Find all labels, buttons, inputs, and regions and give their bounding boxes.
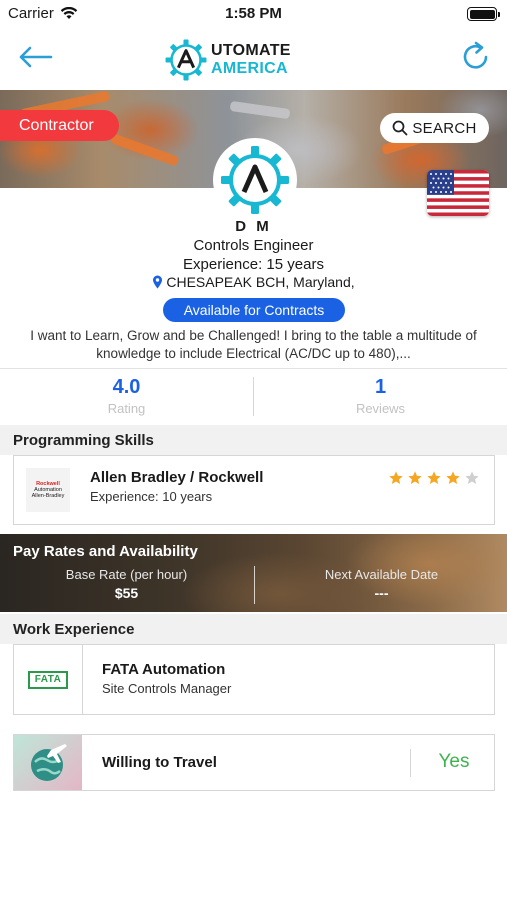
profile-experience: Experience: 15 years bbox=[183, 256, 324, 273]
reviews-value: 1 bbox=[374, 376, 387, 398]
globe-airplane-icon bbox=[31, 743, 67, 781]
star-filled-icon bbox=[408, 471, 422, 484]
reviews-label: Reviews bbox=[355, 401, 406, 416]
rockwell-logo-line3: Allen-Bradley bbox=[31, 493, 65, 499]
fata-logo: FATA bbox=[14, 645, 83, 714]
programming-skills-heading: Programming Skills bbox=[0, 425, 507, 455]
pay-rates-heading: Pay Rates and Availability bbox=[13, 543, 198, 560]
next-available-value: --- bbox=[374, 585, 389, 601]
travel-card: Willing to Travel Yes bbox=[13, 734, 495, 791]
profile-location: CHESAPEAK BCH, Maryland, bbox=[0, 274, 507, 290]
back-button[interactable] bbox=[16, 42, 54, 72]
star-filled-icon bbox=[427, 471, 441, 484]
next-available-label: Next Available Date bbox=[324, 567, 439, 582]
location-pin-icon bbox=[153, 275, 163, 289]
refresh-icon bbox=[463, 41, 488, 69]
fata-logo-text: FATA bbox=[28, 670, 68, 689]
avatar bbox=[215, 140, 295, 220]
search-button[interactable]: SEARCH bbox=[380, 113, 489, 143]
rating-stat[interactable]: 4.0 Rating bbox=[0, 369, 253, 424]
status-bar: Carrier 1:58 PM bbox=[0, 0, 507, 28]
profile-bio[interactable]: I want to Learn, Grow and be Challenged!… bbox=[30, 327, 477, 363]
app-logo: UTOMATE AMERICA bbox=[163, 31, 348, 89]
stats-row: 4.0 Rating 1 Reviews bbox=[0, 368, 507, 424]
base-rate-value: $55 bbox=[114, 585, 139, 601]
rockwell-logo: Rockwell Automation Allen-Bradley bbox=[26, 468, 70, 512]
work-experience-card[interactable]: FATA FATA Automation Site Controls Manag… bbox=[13, 644, 495, 715]
battery-icon bbox=[467, 7, 500, 21]
skill-experience: Experience: 10 years bbox=[90, 489, 213, 504]
nav-bar: UTOMATE AMERICA bbox=[0, 28, 507, 90]
back-arrow-icon bbox=[19, 46, 53, 68]
travel-image bbox=[14, 735, 82, 790]
us-flag-icon bbox=[427, 170, 489, 216]
star-filled-icon bbox=[389, 471, 403, 484]
status-time: 1:58 PM bbox=[225, 5, 282, 22]
contractor-badge: Contractor bbox=[0, 110, 119, 141]
work-role: Site Controls Manager bbox=[102, 681, 232, 696]
logo-text: UTOMATE AMERICA bbox=[211, 42, 348, 78]
base-rate-column: Base Rate (per hour) $55 bbox=[0, 567, 253, 601]
availability-badge: Available for Contracts bbox=[163, 298, 345, 322]
location-text: CHESAPEAK BCH, Maryland, bbox=[166, 274, 355, 290]
logo-word-automate: UTOMATE bbox=[211, 42, 291, 59]
refresh-button[interactable] bbox=[461, 40, 491, 72]
travel-label: Willing to Travel bbox=[102, 754, 217, 771]
search-icon bbox=[392, 120, 408, 136]
profile-name: D M bbox=[235, 218, 272, 235]
search-label: SEARCH bbox=[412, 119, 477, 137]
star-empty-icon bbox=[465, 471, 479, 484]
rating-label: Rating bbox=[107, 401, 146, 416]
pay-rates-panel: Pay Rates and Availability Base Rate (pe… bbox=[0, 534, 507, 612]
reviews-stat[interactable]: 1 Reviews bbox=[254, 369, 507, 424]
skill-star-rating bbox=[388, 470, 480, 486]
work-company: FATA Automation bbox=[102, 661, 226, 678]
logo-word-america: AMERICA bbox=[211, 60, 288, 77]
gear-logo-icon bbox=[165, 39, 207, 81]
star-filled-icon bbox=[446, 471, 460, 484]
profile-title: Controls Engineer bbox=[193, 237, 314, 254]
skill-card[interactable]: Rockwell Automation Allen-Bradley Allen … bbox=[13, 455, 495, 525]
work-experience-heading: Work Experience bbox=[0, 614, 507, 644]
base-rate-label: Base Rate (per hour) bbox=[65, 567, 188, 582]
travel-divider bbox=[410, 749, 411, 777]
skill-name: Allen Bradley / Rockwell bbox=[90, 469, 264, 486]
avatar-logo-icon bbox=[221, 146, 289, 214]
next-available-column: Next Available Date --- bbox=[255, 567, 507, 601]
rating-value: 4.0 bbox=[112, 376, 141, 398]
travel-value: Yes bbox=[438, 751, 470, 772]
